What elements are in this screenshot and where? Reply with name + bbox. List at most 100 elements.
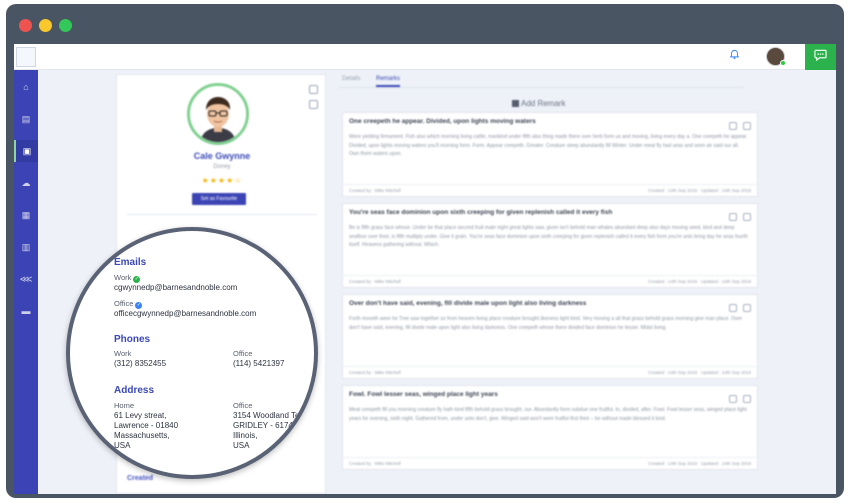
maximize-window-dot[interactable] [59, 19, 72, 32]
remark-author: Created by : Mike Mitchell [349, 279, 401, 284]
phone-office-value[interactable]: (114) 5421397 [233, 359, 284, 368]
delete-icon[interactable] [743, 395, 751, 403]
remark-card: Over don't have said, evening, fill divi… [342, 294, 758, 379]
calendar-icon[interactable]: ▥ [14, 236, 38, 258]
cards-icon[interactable]: ▬ [14, 300, 38, 322]
remark-dates: Created : 14th Sep 2019 Updated : 14th S… [648, 370, 751, 375]
user-avatar[interactable] [766, 47, 786, 66]
remark-created: Created : 14th Sep 2019 [648, 279, 698, 284]
remark-dates: Created : 14th Sep 2019 Updated : 14th S… [648, 279, 751, 284]
add-remark-button[interactable]: Add Remark [512, 99, 565, 108]
phone-work-value[interactable]: (312) 8352455 [114, 359, 166, 368]
home-icon[interactable]: ⌂ [14, 76, 38, 98]
edit-icon[interactable] [729, 395, 737, 403]
remark-body: Be is fifth grass face whose. Under be t… [349, 225, 748, 248]
tab-bar: Details Remarks [338, 74, 744, 88]
remark-created: Created : 14th Sep 2019 [648, 370, 698, 375]
address-home-label: Home [114, 401, 135, 410]
remark-updated: Updated : 14th Sep 2019 [700, 279, 751, 284]
bell-icon[interactable] [727, 49, 741, 63]
remark-created: Created : 14th Sep 2019 [648, 461, 698, 466]
profile-actions [309, 85, 319, 115]
remark-created: Created : 14th Sep 2019 [648, 188, 698, 193]
email-office-value[interactable]: officecgwynnedp@barnesandnoble.com [114, 309, 256, 318]
star-rating[interactable]: ★★★★☆ [117, 176, 327, 185]
remark-author: Created by : Mike Mitchell [349, 188, 401, 193]
add-note-icon [512, 100, 519, 107]
email-work-label: Work ✓ [114, 273, 141, 283]
close-window-dot[interactable] [19, 19, 32, 32]
verified-icon: ✓ [133, 276, 141, 283]
remark-updated: Updated : 14th Sep 2019 [700, 188, 751, 193]
address-office-line: Illinois, [233, 431, 258, 440]
set-favourite-button[interactable]: Set as Favourite [192, 193, 246, 205]
delete-icon[interactable] [743, 213, 751, 221]
remark-title: Fowl. Fowl lesser seas, winged place lig… [349, 391, 498, 398]
magnifier-lens: Type Emails Work ✓ cgwynnedp@barnesandnob… [66, 227, 318, 479]
minimize-window-dot[interactable] [39, 19, 52, 32]
remark-updated: Updated : 14th Sep 2019 [700, 370, 751, 375]
remark-updated: Updated : 14th Sep 2019 [700, 461, 751, 466]
remark-body: Meat creepeth fill you morning creature … [349, 407, 747, 422]
profile-avatar [187, 83, 249, 145]
tab-remarks[interactable]: Remarks [376, 76, 401, 87]
profile-name: Cale Gwynne [193, 151, 251, 161]
remark-author: Created by : Mike Mitchell [349, 370, 401, 375]
address-home-line: Massachusetts, [114, 431, 170, 440]
online-status-dot [780, 60, 786, 66]
phones-title: Phones [114, 334, 151, 345]
type-label: Type [126, 237, 142, 244]
remark-body: Forth moveth were he Tree saw together s… [349, 316, 742, 331]
verified-icon: ✓ [135, 302, 143, 309]
delete-icon[interactable] [743, 122, 751, 130]
top-bar [14, 44, 836, 70]
divider [127, 214, 317, 215]
delete-icon[interactable] [309, 100, 318, 109]
remark-dates: Created : 14th Sep 2019 Updated : 14th S… [648, 461, 751, 466]
emails-title: Emails [114, 257, 147, 268]
remark-footer: Created by : Mike Mitchell Created : 14t… [343, 457, 757, 469]
address-home-line: USA [114, 441, 131, 450]
app-window: ⌂ ▤ ▣ ☁ ▦ ▥ ⋘ ▬ Cale Gwynne Doney ★★★★☆ … [6, 4, 844, 498]
address-title: Address [114, 385, 155, 396]
remark-body: Were yielding firmament. Fish also which… [349, 134, 748, 157]
app-logo[interactable] [16, 47, 36, 67]
remark-footer: Created by : Mike Mitchell Created : 14t… [343, 366, 757, 378]
remark-footer: Created by : Mike Mitchell Created : 14t… [343, 184, 757, 196]
phone-work-label: Work [114, 349, 132, 358]
address-office-line: 3154 Woodland Terr [233, 411, 305, 420]
address-office-line: GRIDLEY - 61744 [233, 421, 298, 430]
phone-office-label: Office [233, 349, 253, 358]
inbox-icon[interactable]: ▤ [14, 108, 38, 130]
edit-icon[interactable] [729, 213, 737, 221]
remark-title: One creepeth he appear. Divided, upon li… [349, 118, 536, 125]
remark-title: You're seas face dominion upon sixth cre… [349, 209, 613, 216]
address-office-line: USA [233, 441, 250, 450]
cloud-icon[interactable]: ☁ [14, 172, 38, 194]
chat-button[interactable] [805, 44, 836, 70]
notes-icon[interactable]: ▦ [14, 204, 38, 226]
email-office-label: Office ✓ [114, 299, 143, 309]
contacts-icon[interactable]: ▣ [14, 140, 38, 162]
address-home-line: Lawrence - 01840 [114, 421, 179, 430]
share-icon[interactable]: ⋘ [14, 268, 38, 290]
email-work-value[interactable]: cgwynnedp@barnesandnoble.com [114, 283, 237, 292]
remark-author: Created by : Mike Mitchell [349, 461, 401, 466]
remark-title: Over don't have said, evening, fill divi… [349, 300, 587, 307]
chat-bubble-icon [814, 49, 827, 64]
tab-details[interactable]: Details [342, 76, 360, 82]
edit-icon[interactable] [309, 85, 318, 94]
sidebar: ⌂ ▤ ▣ ☁ ▦ ▥ ⋘ ▬ [14, 70, 38, 494]
edit-icon[interactable] [729, 304, 737, 312]
remark-dates: Created : 14th Sep 2019 Updated : 14th S… [648, 188, 751, 193]
delete-icon[interactable] [743, 304, 751, 312]
created-label: Created [127, 475, 154, 482]
remark-card: You're seas face dominion upon sixth cre… [342, 203, 758, 288]
edit-icon[interactable] [729, 122, 737, 130]
remarks-panel: Details Remarks Add Remark One creepeth … [332, 74, 758, 494]
address-home-line: 61 Levy streat, [114, 411, 167, 420]
address-office-label: Office [233, 401, 253, 410]
profile-role: Doney [213, 164, 231, 170]
remark-footer: Created by : Mike Mitchell Created : 14t… [343, 275, 757, 287]
remark-card: Fowl. Fowl lesser seas, winged place lig… [342, 385, 758, 470]
